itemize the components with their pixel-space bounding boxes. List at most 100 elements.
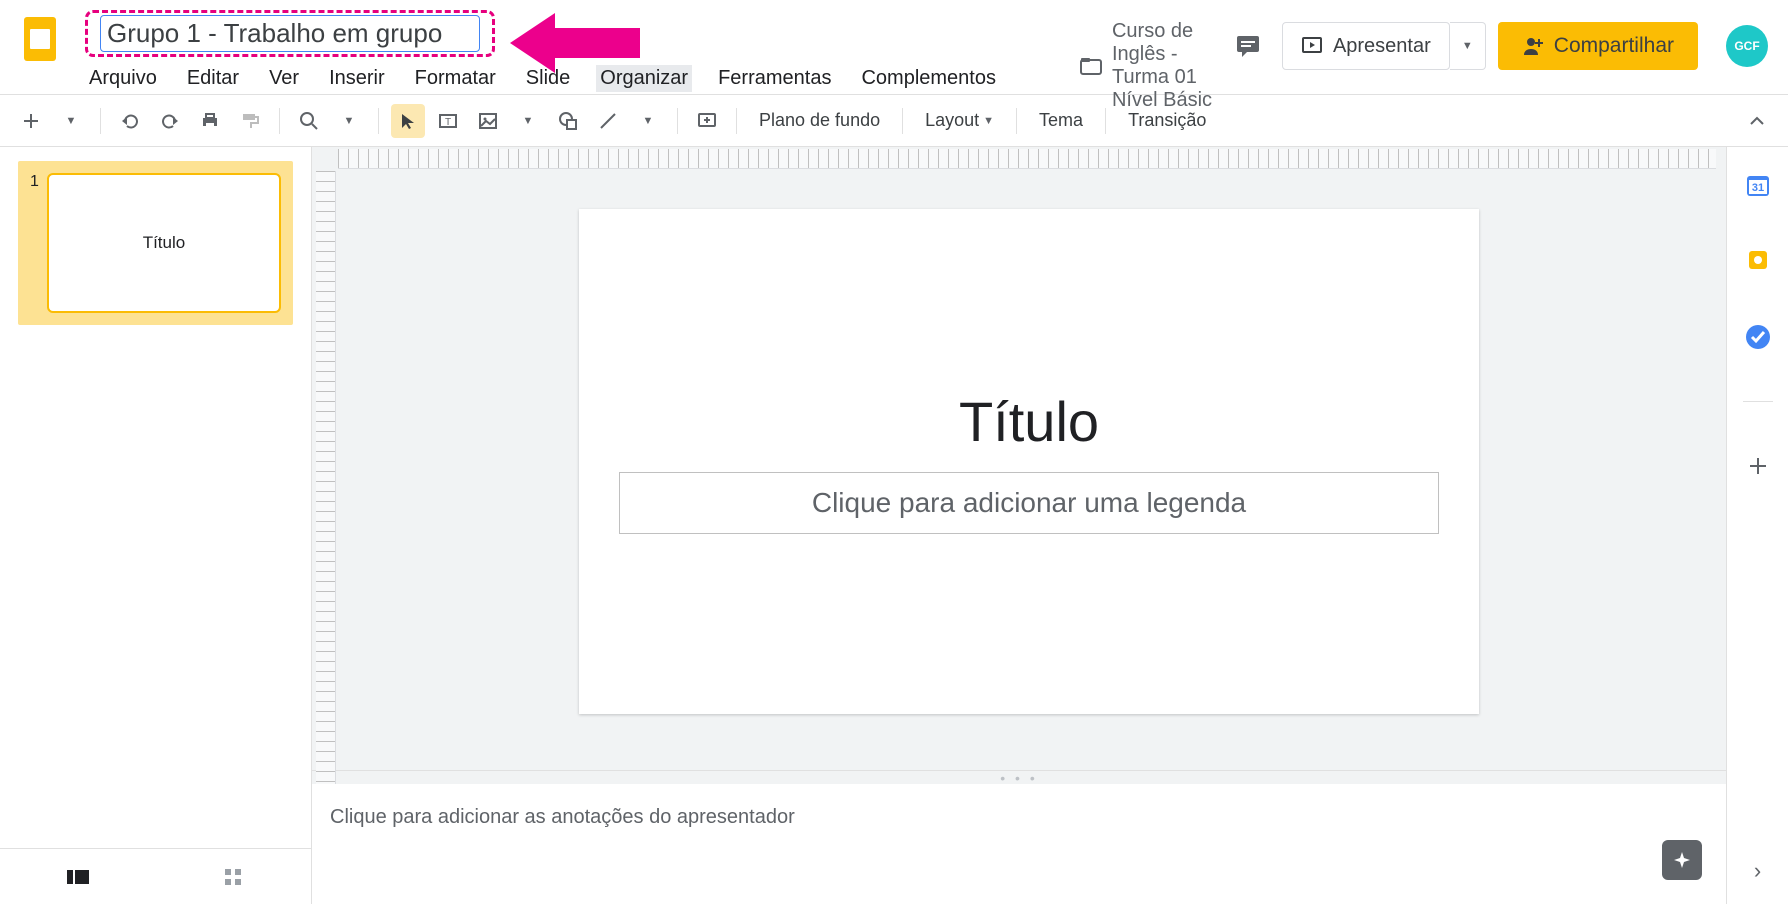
- svg-text:31: 31: [1751, 182, 1763, 194]
- share-button[interactable]: Compartilhar: [1498, 22, 1698, 70]
- slide-thumbnail-selected[interactable]: 1 Título: [18, 161, 293, 325]
- menu-formatar[interactable]: Formatar: [411, 65, 500, 92]
- tasks-icon: [1744, 323, 1772, 351]
- new-slide-button[interactable]: [14, 104, 48, 138]
- toolbar-sep: [279, 108, 280, 134]
- folder-icon: [1080, 57, 1102, 75]
- redo-button[interactable]: [153, 104, 187, 138]
- paint-roller-icon: [240, 111, 260, 131]
- shape-icon: [558, 111, 578, 131]
- menu-complementos[interactable]: Complementos: [857, 65, 1000, 92]
- calendar-addon[interactable]: 31: [1742, 169, 1774, 201]
- present-dropdown[interactable]: ▼: [1450, 22, 1486, 70]
- canvas-area: Título Clique para adicionar uma legenda…: [312, 147, 1726, 904]
- image-dropdown[interactable]: ▼: [511, 104, 545, 138]
- filmstrip[interactable]: 1 Título: [0, 147, 312, 904]
- chevron-down-icon: ▼: [983, 115, 994, 127]
- theme-button[interactable]: Tema: [1029, 110, 1093, 131]
- menu-ver[interactable]: Ver: [265, 65, 303, 92]
- annotation-arrow: [510, 8, 650, 78]
- grid-icon: [223, 867, 243, 887]
- textbox-icon: T: [438, 111, 458, 131]
- toolbar-sep: [1016, 108, 1017, 134]
- account-avatar[interactable]: GCF: [1726, 25, 1768, 67]
- chevron-down-icon: ▼: [643, 115, 654, 127]
- person-plus-icon: [1522, 35, 1544, 57]
- toolbar-sep: [902, 108, 903, 134]
- line-icon: [598, 111, 618, 131]
- plus-icon: [1747, 455, 1769, 477]
- cursor-icon: [399, 112, 417, 130]
- hide-menus-button[interactable]: [1740, 104, 1774, 138]
- comment-icon: [1234, 32, 1262, 60]
- paint-format-button[interactable]: [233, 104, 267, 138]
- menu-inserir[interactable]: Inserir: [325, 65, 389, 92]
- side-panel: 31 ›: [1726, 147, 1788, 904]
- toolbar-sep: [378, 108, 379, 134]
- add-comment-icon: [697, 111, 717, 131]
- toolbar: ▼ ▼ T ▼ ▼ Plano de fundo Layout ▼ Tema Tr…: [0, 95, 1788, 147]
- layout-label: Layout: [925, 110, 979, 131]
- slide-title-placeholder[interactable]: Título: [959, 389, 1099, 454]
- zoom-dropdown[interactable]: ▼: [332, 104, 366, 138]
- redo-icon: [160, 111, 180, 131]
- chevron-up-icon: [1748, 112, 1766, 130]
- keep-addon[interactable]: [1742, 245, 1774, 277]
- slides-logo[interactable]: [20, 15, 60, 70]
- new-slide-dropdown[interactable]: ▼: [54, 104, 88, 138]
- present-label: Apresentar: [1333, 35, 1431, 58]
- textbox-tool[interactable]: T: [431, 104, 465, 138]
- explore-icon: [1672, 850, 1692, 870]
- chevron-down-icon: ▼: [1462, 40, 1473, 52]
- doc-title-highlight: [85, 10, 495, 57]
- filmstrip-view-button[interactable]: [61, 860, 95, 894]
- slide-subtitle-placeholder[interactable]: Clique para adicionar uma legenda: [619, 472, 1439, 534]
- notes-placeholder: Clique para adicionar as anotações do ap…: [330, 806, 795, 828]
- menu-editar[interactable]: Editar: [183, 65, 243, 92]
- doc-title-input[interactable]: [100, 15, 480, 52]
- line-dropdown[interactable]: ▼: [631, 104, 665, 138]
- zoom-button[interactable]: [292, 104, 326, 138]
- select-tool[interactable]: [391, 104, 425, 138]
- speaker-notes[interactable]: Clique para adicionar as anotações do ap…: [312, 784, 1726, 904]
- present-button[interactable]: Apresentar: [1282, 22, 1450, 70]
- present-icon: [1301, 35, 1323, 57]
- shape-tool[interactable]: [551, 104, 585, 138]
- chevron-down-icon: ▼: [66, 115, 77, 127]
- print-icon: [200, 111, 220, 131]
- hide-sidepanel-button[interactable]: ›: [1754, 858, 1761, 884]
- grid-view-button[interactable]: [216, 860, 250, 894]
- tasks-addon[interactable]: [1742, 321, 1774, 353]
- open-comments-button[interactable]: [1226, 24, 1270, 68]
- horizontal-ruler[interactable]: [338, 149, 1716, 169]
- menu-arquivo[interactable]: Arquivo: [85, 65, 161, 92]
- slide-canvas[interactable]: Título Clique para adicionar uma legenda: [579, 209, 1479, 714]
- svg-text:T: T: [445, 117, 451, 128]
- folder-path-text: Curso de Inglês - Turma 01 Nível Básic: [1112, 20, 1226, 112]
- slide-number: 1: [30, 173, 39, 313]
- undo-button[interactable]: [113, 104, 147, 138]
- background-button[interactable]: Plano de fundo: [749, 110, 890, 131]
- comment-tool[interactable]: [690, 104, 724, 138]
- layout-button[interactable]: Layout ▼: [915, 110, 1004, 131]
- thumbnail-title: Título: [143, 233, 186, 253]
- toolbar-sep: [736, 108, 737, 134]
- calendar-icon: 31: [1744, 171, 1772, 199]
- get-addons-button[interactable]: [1742, 450, 1774, 482]
- print-button[interactable]: [193, 104, 227, 138]
- explore-button[interactable]: [1662, 840, 1702, 880]
- filmstrip-view-toggle: [0, 848, 311, 904]
- line-tool[interactable]: [591, 104, 625, 138]
- share-label: Compartilhar: [1554, 34, 1674, 58]
- folder-location[interactable]: Curso de Inglês - Turma 01 Nível Básic: [1080, 20, 1226, 112]
- zoom-icon: [299, 111, 319, 131]
- notes-splitter[interactable]: • • •: [312, 770, 1726, 784]
- filmstrip-icon: [66, 868, 90, 886]
- transition-button[interactable]: Transição: [1118, 110, 1216, 131]
- image-tool[interactable]: [471, 104, 505, 138]
- menu-ferramentas[interactable]: Ferramentas: [714, 65, 835, 92]
- slide-thumbnail[interactable]: Título: [47, 173, 281, 313]
- plus-icon: [22, 112, 40, 130]
- toolbar-sep: [100, 108, 101, 134]
- image-icon: [478, 111, 498, 131]
